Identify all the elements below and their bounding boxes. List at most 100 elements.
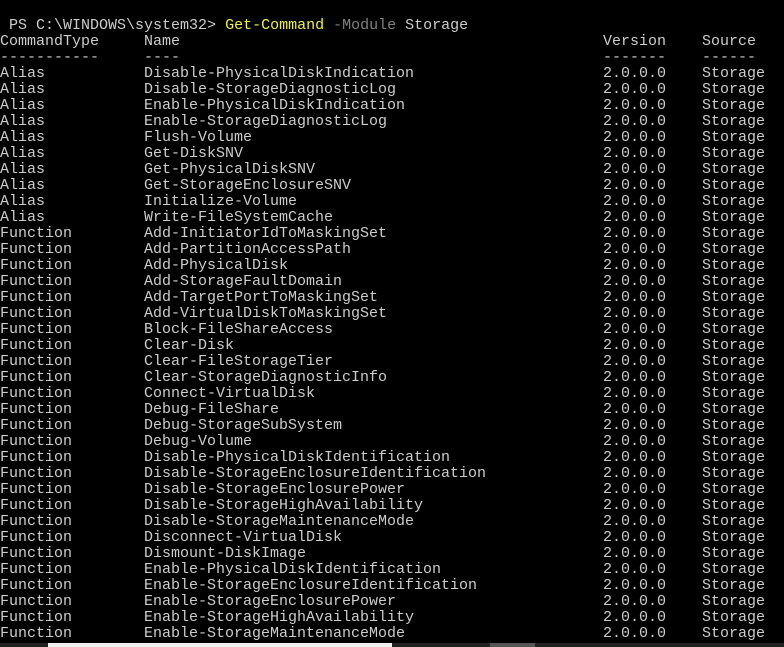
command-source: Storage — [702, 289, 766, 306]
command-type: Alias — [0, 145, 46, 162]
command-name: Add-InitiatorIdToMaskingSet — [144, 225, 388, 242]
command-type: Function — [0, 625, 73, 642]
command-version: 2.0.0.0 — [603, 129, 667, 146]
table-row: Alias Write-FileSystemCache 2.0.0.0 Storage — [0, 210, 784, 226]
command-version: 2.0.0.0 — [603, 545, 667, 562]
table-row: Function Debug-FileShare 2.0.0.0 Storage — [0, 402, 784, 418]
command-name: Add-StorageFaultDomain — [144, 273, 343, 290]
command-version: 2.0.0.0 — [603, 177, 667, 194]
command-name: Connect-VirtualDisk — [144, 385, 316, 402]
command-type: Alias — [0, 129, 46, 146]
command-type: Alias — [0, 209, 46, 226]
underline-version: ------- — [603, 49, 667, 66]
table-header: CommandType Name Version Source — [0, 34, 784, 50]
table-row: Function Add-PartitionAccessPath 2.0.0.0 St… — [0, 242, 784, 258]
command-version: 2.0.0.0 — [603, 97, 667, 114]
command-name: Get-PhysicalDiskSNV — [144, 161, 316, 178]
command-type: Function — [0, 321, 73, 338]
command-source: Storage — [702, 401, 766, 418]
command-type: Function — [0, 385, 73, 402]
command-name: Initialize-Volume — [144, 193, 298, 210]
command-name: Debug-FileShare — [144, 401, 280, 418]
table-row: Alias Initialize-Volume 2.0.0.0 Storage — [0, 194, 784, 210]
command-type: Alias — [0, 177, 46, 194]
table-row: Function Disconnect-VirtualDisk 2.0.0.0 Sto… — [0, 530, 784, 546]
command-source: Storage — [702, 497, 766, 514]
command-name: Add-PhysicalDisk — [144, 257, 289, 274]
table-row: Function Clear-Disk 2.0.0.0 Storage — [0, 338, 784, 354]
command-version: 2.0.0.0 — [603, 113, 667, 130]
command-type: Alias — [0, 161, 46, 178]
scrollbar-thumb[interactable] — [48, 643, 392, 647]
table-row: Function Enable-StorageEnclosureIdentific… — [0, 578, 784, 594]
command-source: Storage — [702, 193, 766, 210]
command-source: Storage — [702, 257, 766, 274]
command-source: Storage — [702, 113, 766, 130]
command-type: Function — [0, 577, 73, 594]
command-type: Function — [0, 561, 73, 578]
command-name: Enable-StorageHighAvailability — [144, 609, 415, 626]
command-version: 2.0.0.0 — [603, 513, 667, 530]
command-type: Function — [0, 257, 73, 274]
command-type: Function — [0, 305, 73, 322]
table-row: Alias Get-DiskSNV 2.0.0.0 Storage — [0, 146, 784, 162]
command-source: Storage — [702, 209, 766, 226]
table-row: Function Debug-StorageSubSystem 2.0.0.0 Sto… — [0, 418, 784, 434]
underline-commandtype: ----------- — [0, 49, 100, 66]
command-name: Enable-StorageMaintenanceMode — [144, 625, 406, 642]
command-source: Storage — [702, 177, 766, 194]
command-name: Get-DiskSNV — [144, 145, 244, 162]
table-row: Function Add-InitiatorIdToMaskingSet 2.0.0… — [0, 226, 784, 242]
command-name: Get-Command — [225, 17, 325, 34]
underline-name: ---- — [144, 49, 181, 66]
command-name: Clear-StorageDiagnosticInfo — [144, 369, 388, 386]
command-source: Storage — [702, 337, 766, 354]
command-name: Disable-PhysicalDiskIdentification — [144, 449, 451, 466]
command-type: Alias — [0, 113, 46, 130]
command-source: Storage — [702, 465, 766, 482]
command-version: 2.0.0.0 — [603, 529, 667, 546]
command-name: Disable-StorageEnclosureIdentification — [144, 465, 487, 482]
command-version: 2.0.0.0 — [603, 225, 667, 242]
command-version: 2.0.0.0 — [603, 385, 667, 402]
table-row: Alias Get-StorageEnclosureSNV 2.0.0.0 Stora… — [0, 178, 784, 194]
command-version: 2.0.0.0 — [603, 417, 667, 434]
command-version: 2.0.0.0 — [603, 609, 667, 626]
table-row: Alias Get-PhysicalDiskSNV 2.0.0.0 Storage — [0, 162, 784, 178]
header-version: Version — [603, 33, 667, 50]
command-version: 2.0.0.0 — [603, 193, 667, 210]
command-version: 2.0.0.0 — [603, 241, 667, 258]
horizontal-scrollbar[interactable] — [0, 643, 784, 647]
command-name: Clear-Disk — [144, 337, 235, 354]
command-argument: Storage — [396, 17, 469, 34]
table-row: Function Add-TargetPortToMaskingSet 2.0.0.… — [0, 290, 784, 306]
command-version: 2.0.0.0 — [603, 593, 667, 610]
command-source: Storage — [702, 513, 766, 530]
command-version: 2.0.0.0 — [603, 481, 667, 498]
command-version: 2.0.0.0 — [603, 161, 667, 178]
table-row: Function Disable-StorageEnclosurePower 2.0… — [0, 482, 784, 498]
header-source: Source — [702, 33, 757, 50]
command-type: Function — [0, 449, 73, 466]
command-source: Storage — [702, 65, 766, 82]
command-version: 2.0.0.0 — [603, 273, 667, 290]
command-type: Function — [0, 289, 73, 306]
table-row: Alias Flush-Volume 2.0.0.0 Storage — [0, 130, 784, 146]
table-row: Function Disable-StorageEnclosureIdentifi… — [0, 466, 784, 482]
command-version: 2.0.0.0 — [603, 145, 667, 162]
command-version: 2.0.0.0 — [603, 497, 667, 514]
command-type: Function — [0, 369, 73, 386]
command-version: 2.0.0.0 — [603, 65, 667, 82]
command-version: 2.0.0.0 — [603, 625, 667, 642]
command-source: Storage — [702, 593, 766, 610]
prompt-line: PS C:\WINDOWS\system32> Get-Command -Mod… — [0, 2, 468, 34]
table-row: Function Disable-StorageHighAvailability 2… — [0, 498, 784, 514]
table-row: Alias Disable-StorageDiagnosticLog 2.0.0.0… — [0, 82, 784, 98]
command-type: Function — [0, 497, 73, 514]
header-commandtype: CommandType — [0, 33, 100, 50]
command-name: Enable-StorageEnclosureIdentification — [144, 577, 478, 594]
table-row: Function Add-PhysicalDisk 2.0.0.0 Storage — [0, 258, 784, 274]
command-name: Clear-FileStorageTier — [144, 353, 334, 370]
command-name: Flush-Volume — [144, 129, 253, 146]
command-name: Disable-PhysicalDiskIndication — [144, 65, 415, 82]
